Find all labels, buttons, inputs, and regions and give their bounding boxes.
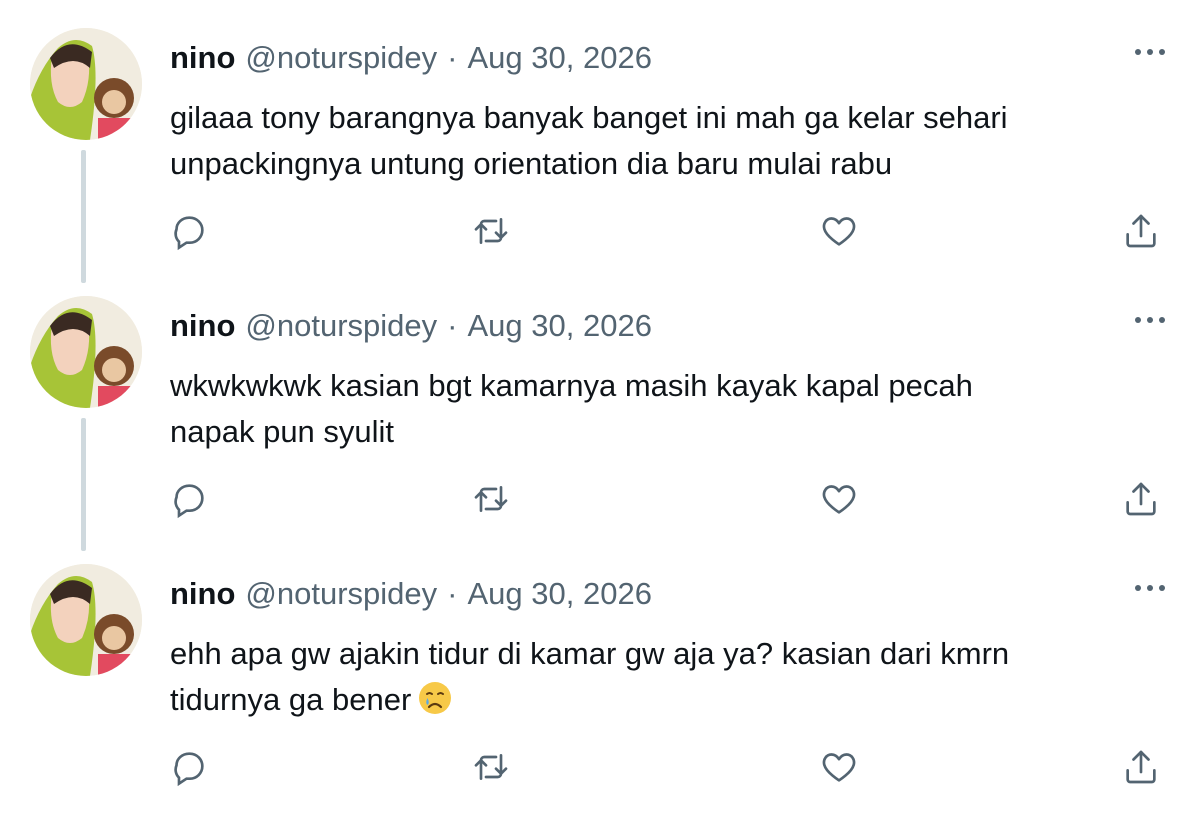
separator-dot: ·	[447, 576, 458, 611]
more-options-icon[interactable]	[1130, 40, 1170, 64]
more-options-icon[interactable]	[1130, 308, 1170, 332]
tweet-text-line: ehh apa gw ajakin tidur di kamar gw aja …	[170, 636, 1010, 671]
tweet-text: gilaaa tony barangnya banyak banget ini …	[170, 95, 1160, 187]
reply-icon[interactable]	[166, 744, 212, 790]
share-icon[interactable]	[1118, 476, 1164, 522]
tweet-text-line: napak pun syulit	[170, 414, 395, 449]
avatar[interactable]	[30, 564, 142, 676]
tweet-header: nino @noturspidey · Aug 30, 2026	[170, 574, 652, 614]
action-bar	[0, 208, 1200, 258]
tweet[interactable]: nino @noturspidey · Aug 30, 2026 gilaaa ton…	[0, 0, 1200, 283]
tweet[interactable]: nino @noturspidey · Aug 30, 2026 wkwkwkwk k…	[0, 268, 1200, 551]
tweet-date[interactable]: Aug 30, 2026	[468, 576, 652, 611]
display-name[interactable]: nino	[170, 40, 235, 75]
tweet-date[interactable]: Aug 30, 2026	[468, 308, 652, 343]
action-bar	[0, 476, 1200, 526]
reply-icon[interactable]	[166, 476, 212, 522]
heart-icon[interactable]	[816, 744, 862, 790]
tweet-text: ehh apa gw ajakin tidur di kamar gw aja …	[170, 631, 1160, 723]
tweet-text-line: gilaaa tony barangnya banyak banget ini …	[170, 100, 1008, 135]
action-bar	[0, 744, 1200, 794]
tweet-header: nino @noturspidey · Aug 30, 2026	[170, 38, 652, 78]
more-options-icon[interactable]	[1130, 576, 1170, 600]
share-icon[interactable]	[1118, 744, 1164, 790]
tweet-text-line: tidurnya ga bener	[170, 677, 1160, 723]
separator-dot: ·	[447, 308, 458, 343]
avatar-image	[30, 564, 142, 676]
tweet-text-fragment: tidurnya ga bener	[170, 682, 412, 717]
separator-dot: ·	[447, 40, 458, 75]
avatar[interactable]	[30, 296, 142, 408]
user-handle[interactable]: @noturspidey	[245, 576, 437, 611]
crying-face-emoji-icon	[419, 682, 452, 714]
retweet-icon[interactable]	[468, 744, 514, 790]
retweet-icon[interactable]	[468, 476, 514, 522]
avatar-image	[30, 296, 142, 408]
user-handle[interactable]: @noturspidey	[245, 40, 437, 75]
avatar-image	[30, 28, 142, 140]
tweet-header: nino @noturspidey · Aug 30, 2026	[170, 306, 652, 346]
user-handle[interactable]: @noturspidey	[245, 308, 437, 343]
tweet-text-line: wkwkwkwk kasian bgt kamarnya masih kayak…	[170, 368, 973, 403]
display-name[interactable]: nino	[170, 308, 235, 343]
avatar[interactable]	[30, 28, 142, 140]
display-name[interactable]: nino	[170, 576, 235, 611]
tweet-text: wkwkwkwk kasian bgt kamarnya masih kayak…	[170, 363, 1160, 455]
retweet-icon[interactable]	[468, 208, 514, 254]
tweet-date[interactable]: Aug 30, 2026	[468, 40, 652, 75]
reply-icon[interactable]	[166, 208, 212, 254]
tweet[interactable]: nino @noturspidey · Aug 30, 2026 ehh apa gw…	[0, 536, 1200, 804]
tweet-text-line: unpackingnya untung orientation dia baru…	[170, 146, 893, 181]
heart-icon[interactable]	[816, 208, 862, 254]
heart-icon[interactable]	[816, 476, 862, 522]
share-icon[interactable]	[1118, 208, 1164, 254]
